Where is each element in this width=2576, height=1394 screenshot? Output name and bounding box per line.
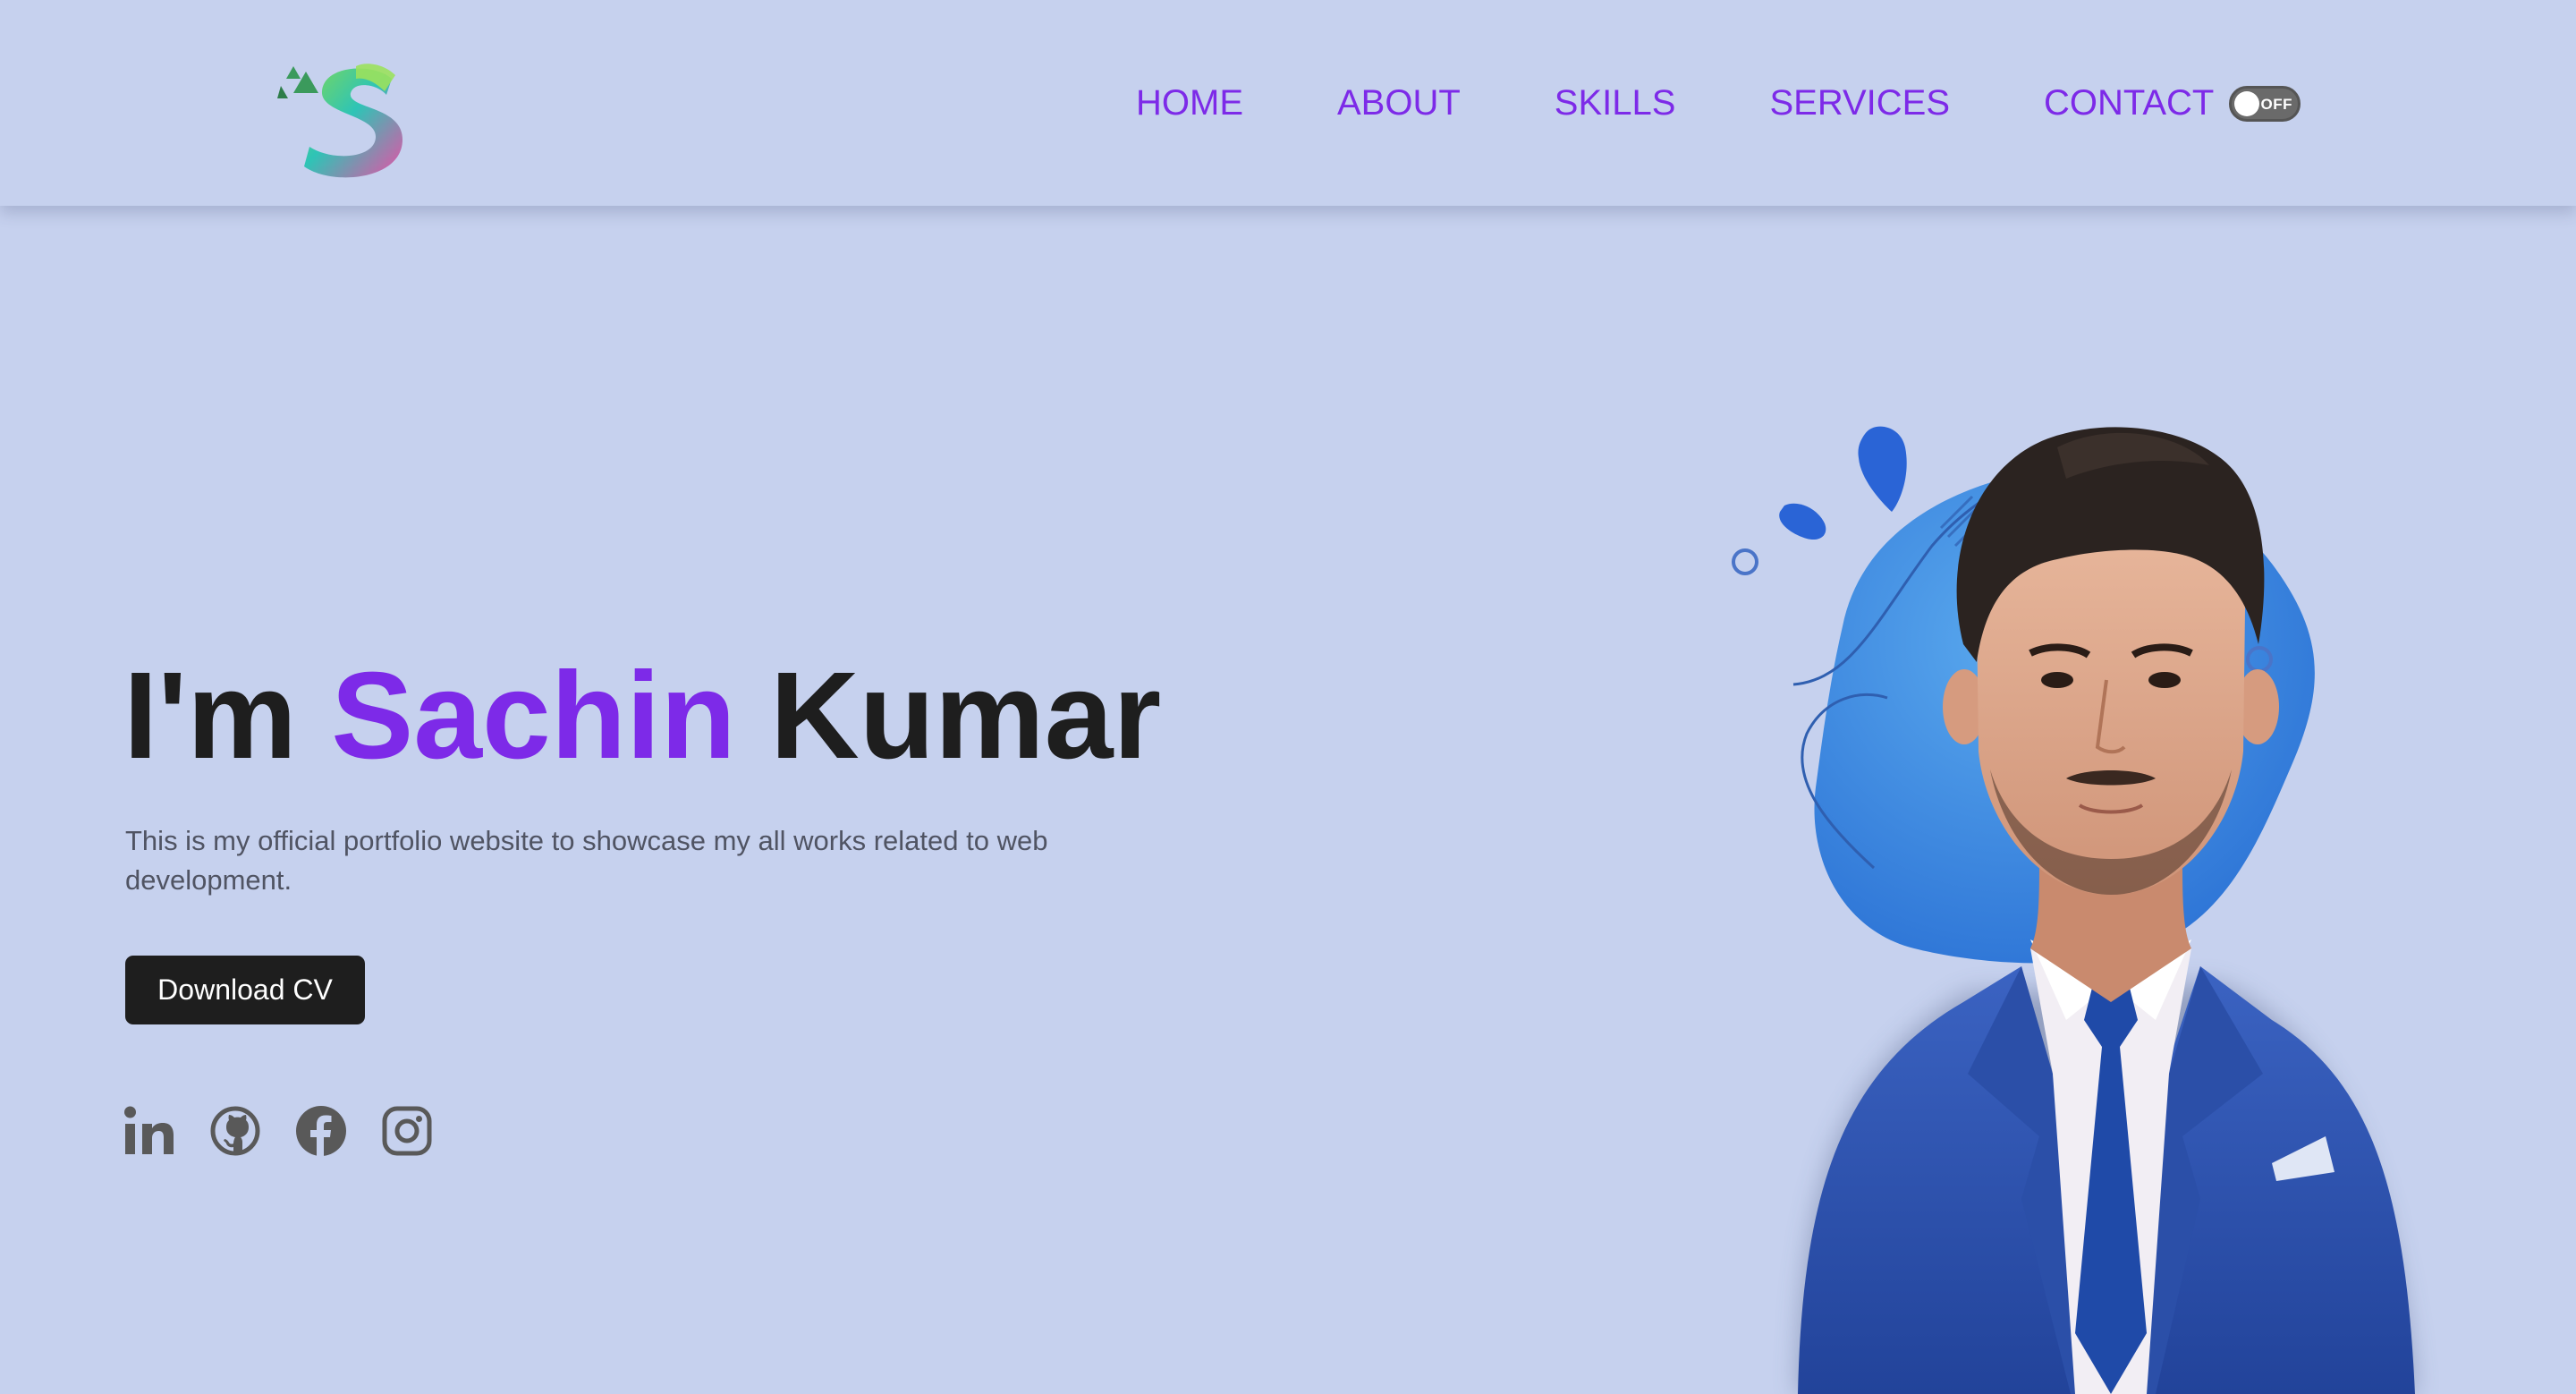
facebook-icon[interactable] xyxy=(295,1105,347,1157)
instagram-icon[interactable] xyxy=(381,1105,433,1157)
nav-services-link[interactable]: SERVICES xyxy=(1769,81,1950,125)
hero-first-name: Sachin xyxy=(331,647,736,785)
hero-greeting: I'm xyxy=(123,647,297,785)
site-header: HOME ABOUT SKILLS SERVICES CONTACT OFF xyxy=(0,0,2576,206)
download-cv-button[interactable]: Download CV xyxy=(125,956,365,1024)
hero-description: This is my official portfolio website to… xyxy=(125,825,1048,896)
hero-title: I'm Sachin Kumar xyxy=(123,644,1161,787)
nav-home-link[interactable]: HOME xyxy=(1136,81,1243,125)
linkedin-icon[interactable] xyxy=(123,1105,175,1157)
toggle-knob xyxy=(2234,91,2259,116)
social-links xyxy=(123,1105,467,1157)
nav-skills-link[interactable]: SKILLS xyxy=(1555,81,1676,125)
hero-last-name: Kumar xyxy=(770,647,1162,785)
toggle-label: OFF xyxy=(2260,96,2292,113)
nav-contact-link[interactable]: CONTACT xyxy=(2044,81,2214,125)
page: HOME ABOUT SKILLS SERVICES CONTACT OFF I… xyxy=(0,0,2576,1394)
profile-portrait xyxy=(1732,426,2415,1394)
github-icon[interactable] xyxy=(209,1105,261,1157)
nav-about-link[interactable]: ABOUT xyxy=(1337,81,1461,125)
theme-toggle[interactable]: OFF xyxy=(2229,86,2301,122)
site-logo[interactable] xyxy=(277,59,411,184)
main-nav: HOME ABOUT SKILLS SERVICES CONTACT xyxy=(1136,81,2214,125)
